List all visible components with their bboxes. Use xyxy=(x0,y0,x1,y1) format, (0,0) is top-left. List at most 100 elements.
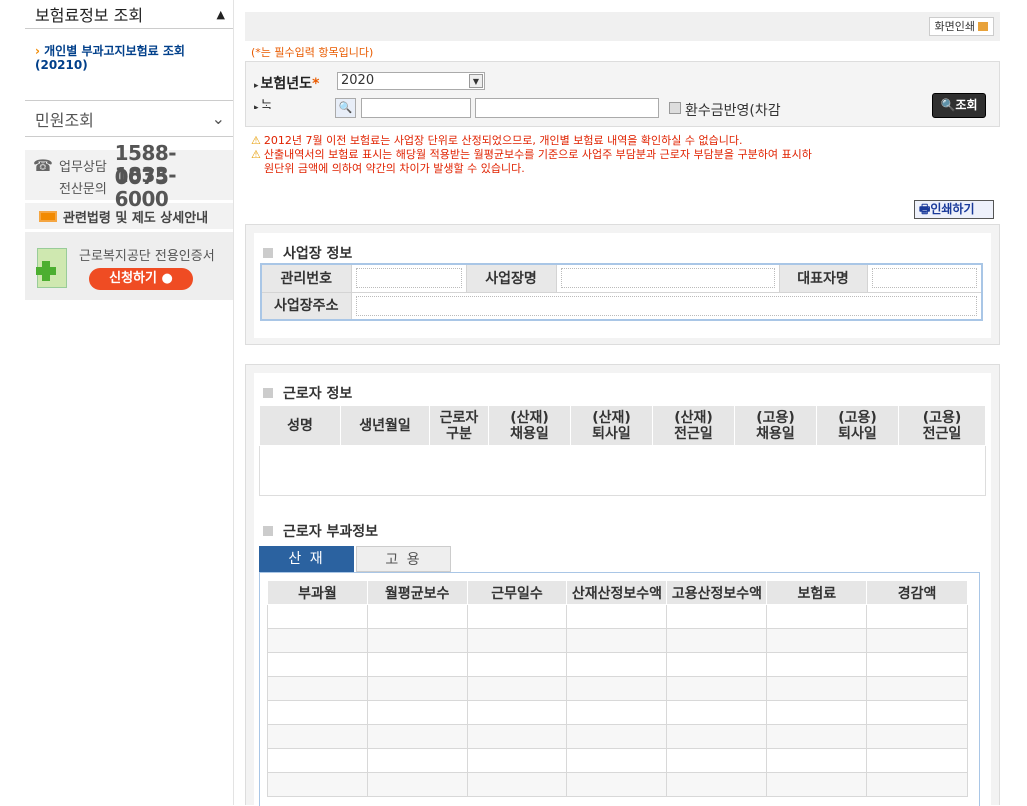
table-cell xyxy=(267,724,368,749)
warning-icon: ⚠ xyxy=(251,148,261,161)
business-panel: 사업장 정보 관리번호 사업장명 대표자명 사업장주소 xyxy=(245,224,1000,345)
biz-addr-value xyxy=(355,295,977,316)
name-input[interactable] xyxy=(475,98,659,118)
worker-header: 성명 xyxy=(259,405,341,446)
table-cell xyxy=(866,604,968,629)
contact-number-2: 1833-6000 xyxy=(114,163,177,211)
worker-table-body xyxy=(259,446,986,496)
table-cell xyxy=(666,748,768,773)
sidebar-item-individual-insurance[interactable]: › 개인별 부과고지보험료 조회(20210) xyxy=(25,29,233,101)
charge-header: 고용산정보수액 xyxy=(666,580,768,605)
table-cell xyxy=(267,700,368,725)
table-cell xyxy=(466,772,568,797)
biz-addr-label: 사업장주소 xyxy=(260,291,352,321)
table-cell xyxy=(466,628,568,653)
cert-title: 근로복지공단 전용인증서 xyxy=(79,249,215,264)
charge-header: 보험료 xyxy=(766,580,868,605)
table-cell xyxy=(466,652,568,677)
worker-section-label: 근로자 정보 xyxy=(283,386,353,402)
table-cell xyxy=(566,748,668,773)
query-button[interactable]: 🔍조회 xyxy=(932,93,986,118)
table-cell xyxy=(466,724,568,749)
business-section-title: 사업장 정보 xyxy=(263,243,355,263)
section-square-icon xyxy=(263,248,273,258)
table-cell xyxy=(866,652,968,677)
row2-label-wrap: ▸ ᄂᆞᆨ xyxy=(254,95,273,109)
table-cell xyxy=(366,652,468,677)
year-label-wrap: ▸ 보험년도* xyxy=(254,73,319,93)
table-row xyxy=(267,700,968,725)
section-square-icon xyxy=(263,388,273,398)
table-cell xyxy=(366,772,468,797)
search-icon[interactable]: 🔍 xyxy=(335,98,356,118)
charge-section-title: 근로자 부과정보 xyxy=(263,521,383,541)
table-cell xyxy=(466,604,568,629)
screen-print-label: 화면인쇄 xyxy=(934,20,975,33)
cert-plus-icon xyxy=(36,248,67,288)
table-row xyxy=(267,628,968,653)
mgmt-no-cell xyxy=(350,263,467,293)
row2-label: ᄂᆞᆨ xyxy=(260,99,273,109)
worker-panel-inner: 근로자 정보 성명 생년월일 근로자 구분 (산재) 채용일 (산재) 퇴사일 … xyxy=(254,373,991,806)
note-1: ⚠ 2012년 7월 이전 보험료는 사업장 단위로 산정되었으므로, 개인별 보… xyxy=(251,134,812,148)
monitor-icon xyxy=(39,210,57,222)
table-cell xyxy=(466,676,568,701)
printer-icon: 🖶 xyxy=(919,202,931,216)
sidebar-item-civil[interactable]: 민원조회 ⌄ xyxy=(25,101,233,137)
charge-table: 부과월 월평균보수 근무일수 산재산정보수액 고용산정보수액 보험료 경감액 xyxy=(267,580,968,797)
year-select[interactable]: 2020 ▼ xyxy=(337,72,485,90)
table-cell xyxy=(267,628,368,653)
table-cell xyxy=(666,652,768,677)
cert-banner[interactable]: 근로복지공단 전용인증서 신청하기 ● xyxy=(25,232,233,300)
charge-header: 근무일수 xyxy=(466,580,568,605)
biz-name-value xyxy=(560,268,775,289)
note-text-2: 산출내역서의 보험료 표시는 해당월 적용받는 월평균보수를 기준으로 사업주 … xyxy=(263,148,812,161)
tab-goyong[interactable]: 고 용 xyxy=(356,546,451,572)
table-cell xyxy=(566,676,668,701)
code-input[interactable] xyxy=(361,98,471,118)
table-row xyxy=(267,772,968,797)
chevron-down-icon[interactable]: ⌄ xyxy=(212,109,225,128)
rep-name-cell xyxy=(866,263,983,293)
refund-label: 환수금반영(차감 xyxy=(685,103,781,119)
table-row xyxy=(267,604,968,629)
table-cell xyxy=(566,604,668,629)
bullet-icon: ▸ xyxy=(254,81,259,91)
table-cell xyxy=(766,604,868,629)
table-cell xyxy=(866,700,968,725)
table-cell xyxy=(267,604,368,629)
table-cell xyxy=(566,700,668,725)
table-cell xyxy=(366,604,468,629)
table-cell xyxy=(866,628,968,653)
refund-checkbox[interactable] xyxy=(669,102,681,114)
print-button[interactable]: 🖶인쇄하기 xyxy=(914,200,994,219)
print-icon xyxy=(978,22,988,31)
charge-header: 부과월 xyxy=(267,580,368,605)
sidebar-item-label: 개인별 부과고지보험료 조회(20210) xyxy=(35,44,185,72)
warning-icon: ⚠ xyxy=(251,134,261,147)
rep-name-label: 대표자명 xyxy=(778,263,868,293)
charge-section-label: 근로자 부과정보 xyxy=(283,524,379,540)
table-row xyxy=(267,652,968,677)
table-cell xyxy=(666,700,768,725)
cert-apply-button[interactable]: 신청하기 ● xyxy=(89,268,193,290)
chevron-down-icon[interactable]: ▼ xyxy=(469,74,483,88)
table-cell xyxy=(666,604,768,629)
sidebar-civil-label: 민원조회 xyxy=(35,110,94,130)
top-bar: 화면인쇄 xyxy=(245,12,1000,41)
chevron-up-icon[interactable]: ▲ xyxy=(217,8,225,21)
sidebar-title: 보험료정보 조회 xyxy=(35,6,144,25)
tab-sanjae[interactable]: 산 재 xyxy=(259,546,354,572)
worker-header: (고용) 전근일 xyxy=(898,405,986,446)
charge-header: 월평균보수 xyxy=(366,580,468,605)
sidebar-header[interactable]: 보험료정보 조회 ▲ xyxy=(25,0,233,29)
screen-print-button[interactable]: 화면인쇄 xyxy=(928,17,994,36)
table-cell xyxy=(866,724,968,749)
required-note: (*는 필수입력 항목입니다) xyxy=(251,46,374,59)
table-cell xyxy=(566,772,668,797)
arrow-right-icon: › xyxy=(35,44,40,58)
worker-header: (산재) 퇴사일 xyxy=(570,405,653,446)
search-panel: ▸ 보험년도* 2020 ▼ ▸ ᄂᆞᆨ 🔍 환수금반영(차감 🔍조회 xyxy=(245,61,1000,127)
table-cell xyxy=(267,748,368,773)
note-3: 원단위 금액에 의하여 약간의 차이가 발생할 수 있습니다. xyxy=(264,162,525,175)
